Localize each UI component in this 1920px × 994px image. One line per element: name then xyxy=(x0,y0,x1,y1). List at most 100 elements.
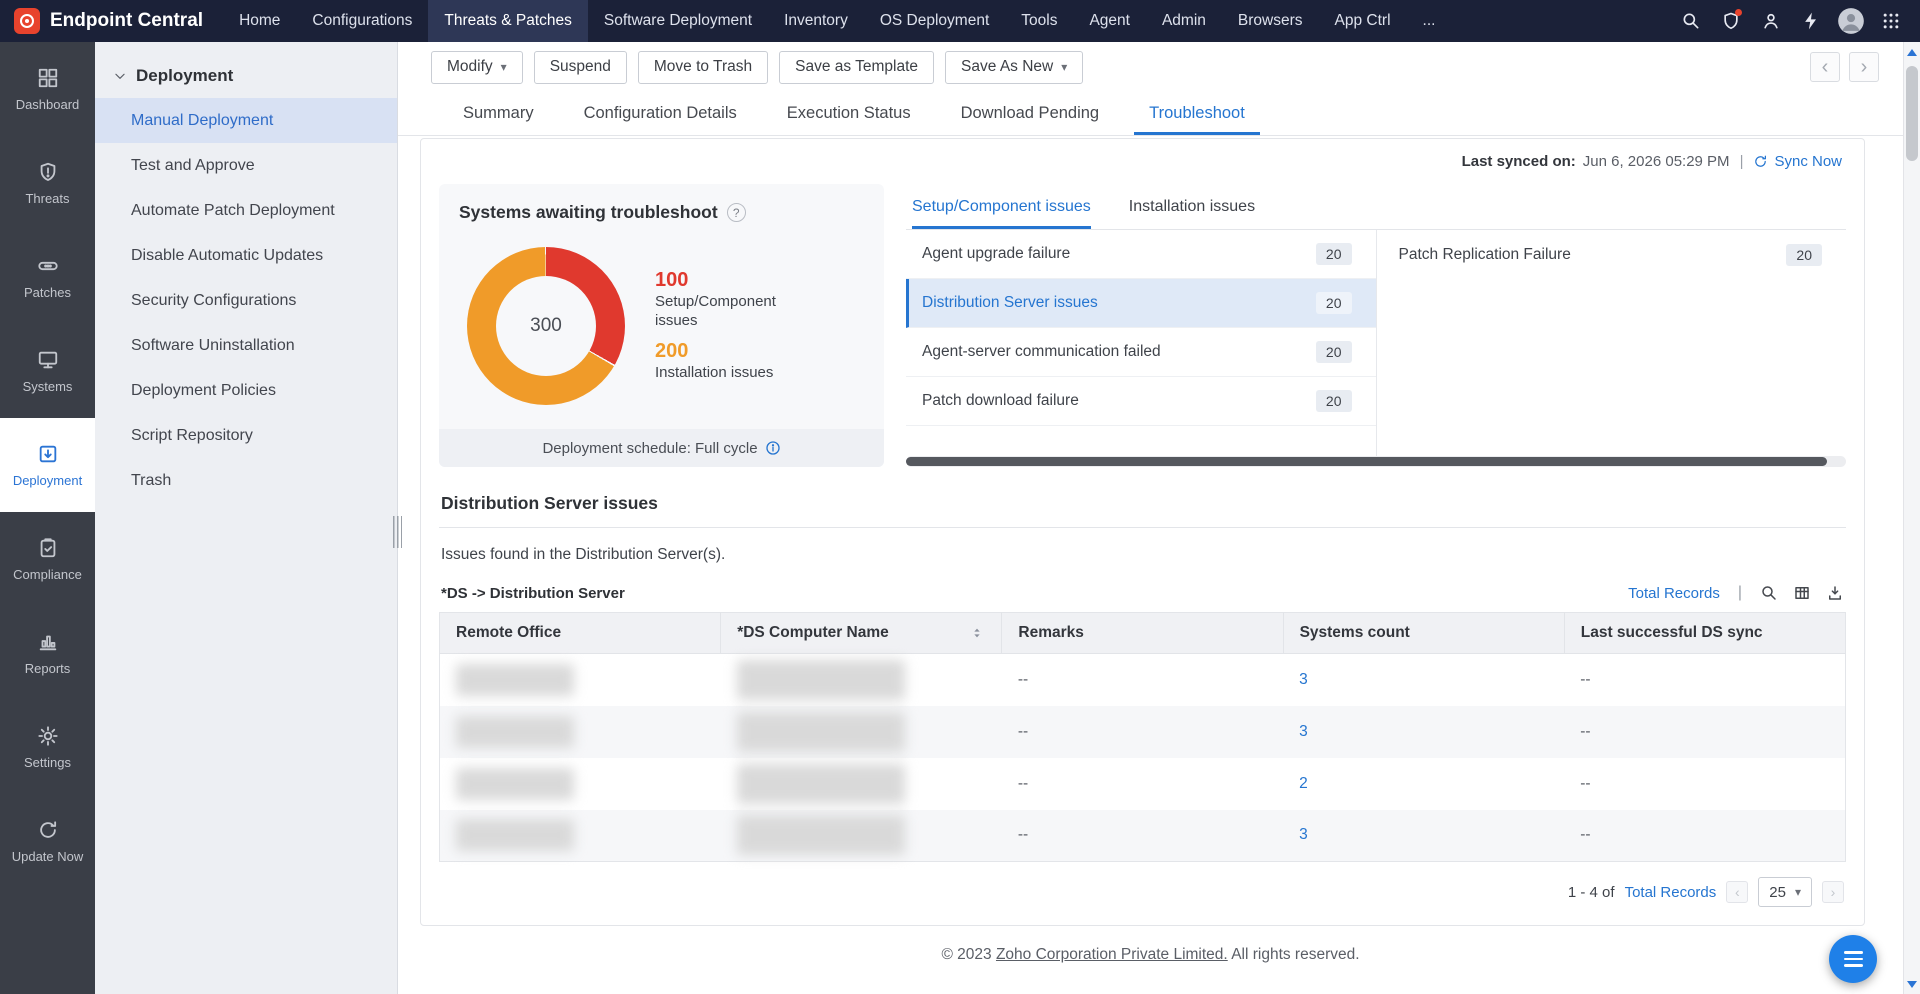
brand[interactable]: Endpoint Central xyxy=(0,0,223,42)
col-systems-count[interactable]: Systems count xyxy=(1283,612,1565,654)
sidebar-group-deployment[interactable]: Deployment xyxy=(95,58,397,98)
scroll-up-arrow[interactable] xyxy=(1904,44,1920,60)
rail-item-reports[interactable]: Reports xyxy=(0,606,95,700)
nav-browsers[interactable]: Browsers xyxy=(1222,0,1319,42)
rail-item-threats[interactable]: Threats xyxy=(0,136,95,230)
sidebar-item-automate-patch-deployment[interactable]: Automate Patch Deployment xyxy=(95,188,397,233)
rail-item-compliance[interactable]: Compliance xyxy=(0,512,95,606)
issue-patch-download-failure[interactable]: Patch download failure 20 xyxy=(906,377,1376,426)
sidebar-item-manual-deployment[interactable]: Manual Deployment xyxy=(95,98,397,143)
horizontal-scrollbar-thumb[interactable] xyxy=(906,457,1828,466)
menu-icon xyxy=(1843,951,1863,954)
rail-item-dashboard[interactable]: Dashboard xyxy=(0,42,95,136)
suspend-button[interactable]: Suspend xyxy=(533,50,627,84)
nav-more[interactable]: ... xyxy=(1407,0,1452,42)
col-ds-computer-name[interactable]: *DS Computer Name xyxy=(720,612,1003,654)
search-icon[interactable] xyxy=(1674,4,1708,38)
pagination-prev-button[interactable]: ‹ xyxy=(1726,881,1749,903)
export-icon[interactable] xyxy=(1826,584,1844,602)
systems-count-link[interactable]: 3 xyxy=(1299,826,1308,843)
tab-execution-status[interactable]: Execution Status xyxy=(762,92,936,135)
sidebar-item-disable-automatic-updates[interactable]: Disable Automatic Updates xyxy=(95,233,397,278)
issue-count-badge[interactable]: 20 xyxy=(1786,243,1822,266)
nav-agent[interactable]: Agent xyxy=(1073,0,1146,42)
systems-count-link[interactable]: 2 xyxy=(1299,775,1308,792)
prev-config-button[interactable]: ‹ xyxy=(1810,52,1840,82)
issue-distribution-server-issues[interactable]: Distribution Server issues 20 xyxy=(906,279,1376,328)
pagination-next-button[interactable]: › xyxy=(1822,881,1844,903)
tab-troubleshoot[interactable]: Troubleshoot xyxy=(1124,92,1270,135)
rail-item-settings[interactable]: Settings xyxy=(0,700,95,794)
zoho-link[interactable]: Zoho Corporation Private Limited. xyxy=(996,946,1228,963)
nav-admin[interactable]: Admin xyxy=(1146,0,1222,42)
quick-actions-fab[interactable] xyxy=(1829,935,1877,983)
sidebar-item-deployment-policies[interactable]: Deployment Policies xyxy=(95,368,397,413)
info-icon[interactable] xyxy=(765,440,781,456)
table-search-icon[interactable] xyxy=(1760,584,1778,602)
systems-count-link[interactable]: 3 xyxy=(1299,723,1308,740)
user-avatar[interactable] xyxy=(1834,4,1868,38)
tab-configuration-details[interactable]: Configuration Details xyxy=(559,92,762,135)
sidebar-item-trash[interactable]: Trash xyxy=(95,458,397,503)
issue-patch-replication-failure[interactable]: Patch Replication Failure 20 xyxy=(1377,230,1847,279)
tab-setup-component-issues[interactable]: Setup/Component issues xyxy=(912,184,1091,229)
page-size-select[interactable]: 25 ▾ xyxy=(1758,877,1812,907)
tab-summary[interactable]: Summary xyxy=(438,92,559,135)
col-last-successful-ds-sync[interactable]: Last successful DS sync xyxy=(1564,612,1846,654)
nav-tools[interactable]: Tools xyxy=(1005,0,1073,42)
sort-icon[interactable] xyxy=(969,625,985,641)
column-chooser-icon[interactable] xyxy=(1793,584,1811,602)
sidebar-item-script-repository[interactable]: Script Repository xyxy=(95,413,397,458)
next-config-button[interactable]: › xyxy=(1849,52,1879,82)
rail-item-systems[interactable]: Systems xyxy=(0,324,95,418)
sidebar-item-software-uninstallation[interactable]: Software Uninstallation xyxy=(95,323,397,368)
move-to-trash-button[interactable]: Move to Trash xyxy=(637,50,769,84)
last-synced-value: Jun 6, 2026 05:29 PM xyxy=(1582,153,1730,170)
col-remarks[interactable]: Remarks xyxy=(1001,612,1284,654)
systems-count-link[interactable]: 3 xyxy=(1299,671,1308,688)
issue-agent-server-communication-failed[interactable]: Agent-server communication failed 20 xyxy=(906,328,1376,377)
rail-item-deployment[interactable]: Deployment xyxy=(0,418,95,512)
save-as-new-button[interactable]: Save As New ▾ xyxy=(945,50,1084,84)
table-row[interactable]: -- 3 -- xyxy=(440,654,1846,706)
nav-threats-patches[interactable]: Threats & Patches xyxy=(428,0,588,42)
quick-actions-bolt-icon[interactable] xyxy=(1794,4,1828,38)
nav-software-deployment[interactable]: Software Deployment xyxy=(588,0,768,42)
tab-installation-issues[interactable]: Installation issues xyxy=(1129,184,1255,229)
issue-count-badge[interactable]: 20 xyxy=(1315,390,1352,412)
total-records-link[interactable]: Total Records xyxy=(1628,585,1720,602)
help-icon[interactable]: ? xyxy=(726,203,746,222)
nav-app-ctrl[interactable]: App Ctrl xyxy=(1319,0,1407,42)
vertical-scrollbar[interactable] xyxy=(1903,42,1920,994)
save-as-template-button[interactable]: Save as Template xyxy=(779,50,935,84)
modify-button[interactable]: Modify ▾ xyxy=(431,50,523,84)
section-description: Issues found in the Distribution Server(… xyxy=(441,546,726,563)
table-row[interactable]: -- 3 -- xyxy=(439,809,1846,862)
nav-os-deployment[interactable]: OS Deployment xyxy=(864,0,1005,42)
issue-agent-upgrade-failure[interactable]: Agent upgrade failure 20 xyxy=(906,230,1376,279)
tab-download-pending[interactable]: Download Pending xyxy=(936,92,1125,135)
nav-inventory[interactable]: Inventory xyxy=(768,0,864,42)
sidebar-item-test-and-approve[interactable]: Test and Approve xyxy=(95,143,397,188)
table-row[interactable]: -- 3 -- xyxy=(439,705,1846,758)
user-license-icon[interactable] xyxy=(1754,4,1788,38)
table-header-row: Remote Office *DS Computer Name Remarks … xyxy=(439,612,1846,654)
table-row[interactable]: -- 2 -- xyxy=(440,758,1846,810)
col-remote-office[interactable]: Remote Office xyxy=(439,612,722,654)
issue-count-badge[interactable]: 20 xyxy=(1315,341,1352,363)
scroll-down-arrow[interactable] xyxy=(1904,976,1920,992)
issue-count-badge[interactable]: 20 xyxy=(1315,292,1352,314)
pagination-total-records-link[interactable]: Total Records xyxy=(1625,884,1717,901)
vertical-scrollbar-thumb[interactable] xyxy=(1906,66,1918,161)
sync-now-button[interactable]: Sync Now xyxy=(1753,153,1842,170)
sidebar-item-security-configurations[interactable]: Security Configurations xyxy=(95,278,397,323)
sidebar-collapse-handle[interactable] xyxy=(393,516,402,548)
rail-item-patches[interactable]: Patches xyxy=(0,230,95,324)
apps-grid-icon[interactable] xyxy=(1874,4,1908,38)
issue-count-badge[interactable]: 20 xyxy=(1315,243,1352,265)
nav-configurations[interactable]: Configurations xyxy=(296,0,428,42)
nav-home[interactable]: Home xyxy=(223,0,296,42)
security-badge-icon[interactable] xyxy=(1714,4,1748,38)
rail-item-update-now[interactable]: Update Now xyxy=(0,794,95,888)
ds-computer-name-cell xyxy=(720,809,1002,862)
